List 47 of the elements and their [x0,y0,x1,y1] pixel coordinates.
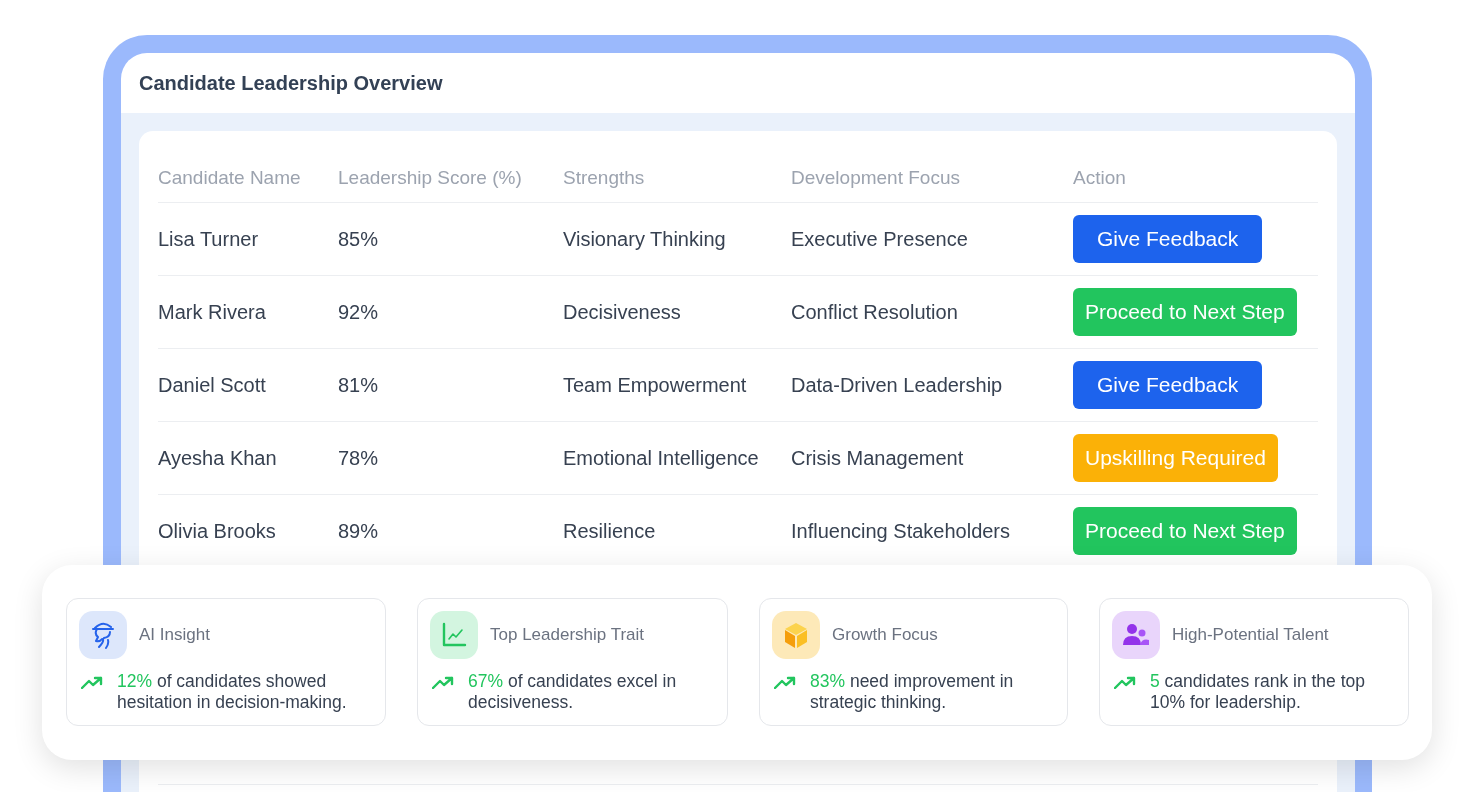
table-cell-text: Team Empowerment [563,373,748,397]
action-button[interactable]: Proceed to Next Step [1073,288,1297,336]
insight-text: 83% need improvement in strategic thinking. [810,671,1015,713]
trending-up-icon [774,676,796,689]
table-cell-text: Emotional Intelligence [563,446,760,470]
action-button[interactable]: Give Feedback [1073,215,1263,263]
insight-title: AI Insight [139,625,210,645]
table-cell-text: 81% [338,373,380,397]
head-silhouette-icon [90,620,116,650]
insight-title: Top Leadership Trait [490,625,645,645]
trending-up-icon [1114,676,1136,689]
table-cell-text: Conflict Resolution [791,300,959,324]
table-cell-text: Ayesha Khan [158,446,278,470]
table-cell-text: 78% [338,446,380,470]
table-cell-text: 89% [338,519,380,543]
table-cell-text: 85% [338,227,380,251]
insight-text: 12% of candidates showed hesitation in decision-making. [117,671,348,713]
trending-up-icon [432,676,454,689]
column-header: Leadership Score (%) [338,166,523,189]
trending-up-icon [81,676,103,689]
window-title: Candidate Leadership Overview [139,71,443,95]
column-header: Candidate Name [158,166,302,189]
table-cell-text: Decisiveness [563,300,682,324]
table-cell-text: Resilience [563,519,657,543]
insight-text: 5 candidates rank in the top 10% for leadership. [1150,671,1366,713]
insight-title: Growth Focus [832,625,938,645]
insight-text: 67% of candidates excel in decisiveness. [468,671,678,713]
table-cell-text: Olivia Brooks [158,519,277,543]
column-header: Strengths [563,166,646,189]
table-cell-text: Daniel Scott [158,373,267,397]
action-button[interactable]: Proceed to Next Step [1073,507,1297,555]
table-cell-text: Data-Driven Leadership [791,373,1004,397]
table-cell-text: Mark Rivera [158,300,267,324]
table-cell-text: 92% [338,300,380,324]
column-header: Development Focus [791,166,961,189]
cube-icon [783,621,809,649]
table-cell-text: Crisis Management [791,446,965,470]
column-header: Action [1073,166,1127,189]
action-button[interactable]: Upskilling Required [1073,434,1278,482]
table-cell-text: Executive Presence [791,227,969,251]
action-button[interactable]: Give Feedback [1073,361,1263,409]
table-cell-text: Visionary Thinking [563,227,727,251]
insight-title: High-Potential Talent [1172,625,1329,645]
line-chart-icon [441,622,467,648]
people-icon [1122,623,1150,647]
table-cell-text: Lisa Turner [158,227,260,251]
table-cell-text: Influencing Stakeholders [791,519,1012,543]
